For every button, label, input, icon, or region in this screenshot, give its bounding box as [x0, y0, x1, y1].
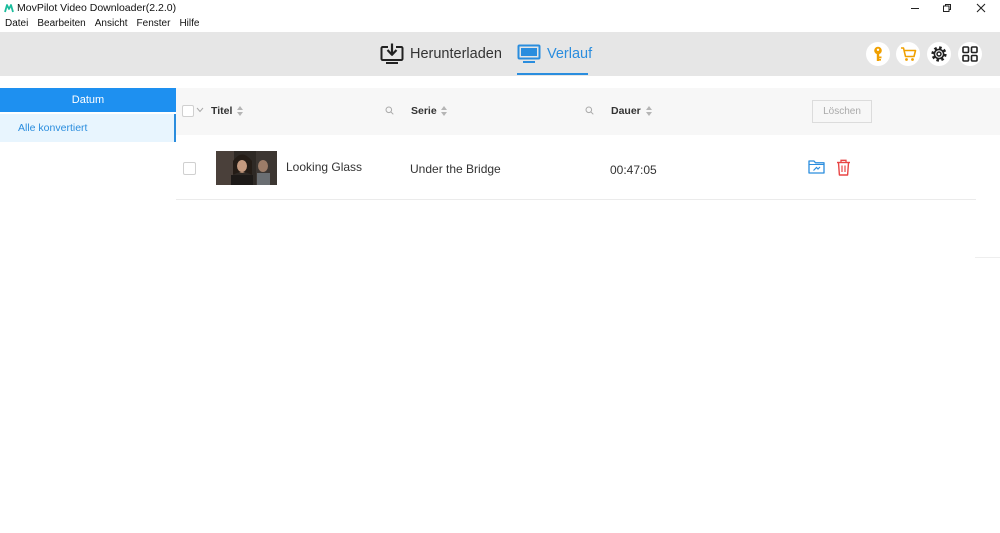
gear-icon: [931, 46, 947, 62]
restore-icon: [943, 4, 951, 12]
column-header-duration[interactable]: Dauer: [611, 105, 641, 117]
tab-download-label: Herunterladen: [410, 46, 502, 62]
search-icon[interactable]: [385, 106, 394, 115]
select-all-checkbox[interactable]: [182, 105, 194, 117]
menu-bar: Datei Bearbeiten Ansicht Fenster Hilfe: [0, 17, 203, 31]
minimize-icon: [911, 8, 919, 9]
video-thumbnail: [216, 151, 277, 185]
row-series: Under the Bridge: [410, 162, 501, 176]
close-button[interactable]: [974, 1, 988, 15]
settings-button[interactable]: [927, 42, 951, 66]
sidebar-item-all-converted[interactable]: Alle konvertiert: [0, 114, 176, 142]
delete-row-button[interactable]: [836, 159, 854, 177]
open-folder-button[interactable]: [808, 159, 826, 177]
row-checkbox[interactable]: [183, 162, 196, 175]
menu-bearbeiten[interactable]: Bearbeiten: [32, 17, 89, 31]
table-header: Titel Serie Dauer Löschen: [176, 88, 1000, 135]
column-header-title[interactable]: Titel: [211, 105, 232, 117]
table-row[interactable]: Looking Glass Under the Bridge 00:47:05: [176, 135, 976, 200]
monitor-icon: [517, 44, 541, 63]
chevron-down-icon[interactable]: [196, 107, 204, 113]
minimize-button[interactable]: [908, 1, 922, 15]
tab-history[interactable]: Verlauf: [517, 32, 592, 76]
sort-icon[interactable]: [237, 106, 243, 117]
menu-hilfe[interactable]: Hilfe: [174, 17, 203, 31]
tab-history-label: Verlauf: [547, 46, 593, 62]
sort-icon[interactable]: [441, 106, 447, 117]
tab-download[interactable]: Herunterladen: [380, 32, 502, 76]
top-toolbar: Herunterladen Verlauf: [0, 32, 1000, 76]
delete-all-button[interactable]: Löschen: [812, 100, 872, 123]
key-icon: [874, 46, 882, 61]
divider: [975, 257, 1000, 258]
key-button[interactable]: [866, 42, 890, 66]
search-icon[interactable]: [585, 106, 594, 115]
menu-ansicht[interactable]: Ansicht: [90, 17, 132, 31]
sidebar-header-date[interactable]: Datum: [0, 88, 176, 112]
title-bar: MovPilot Video Downloader(2.2.0): [0, 0, 1000, 16]
window-title: MovPilot Video Downloader(2.2.0): [17, 2, 177, 14]
cart-icon: [900, 47, 916, 61]
menu-fenster[interactable]: Fenster: [132, 17, 175, 31]
menu-datei[interactable]: Datei: [0, 17, 32, 31]
active-tab-indicator: [517, 73, 588, 75]
grid-icon: [962, 46, 978, 62]
folder-icon: [808, 160, 825, 174]
download-icon: [380, 43, 404, 64]
app-logo-icon: [4, 4, 14, 13]
column-header-series[interactable]: Serie: [411, 105, 437, 117]
cart-button[interactable]: [896, 42, 920, 66]
sort-icon[interactable]: [646, 106, 652, 117]
row-title: Looking Glass: [286, 160, 363, 174]
restore-button[interactable]: [940, 1, 954, 15]
apps-button[interactable]: [958, 42, 982, 66]
sidebar: Datum Alle konvertiert: [0, 88, 176, 142]
row-duration: 00:47:05: [610, 163, 657, 177]
close-icon: [976, 3, 986, 13]
trash-icon: [837, 159, 850, 176]
